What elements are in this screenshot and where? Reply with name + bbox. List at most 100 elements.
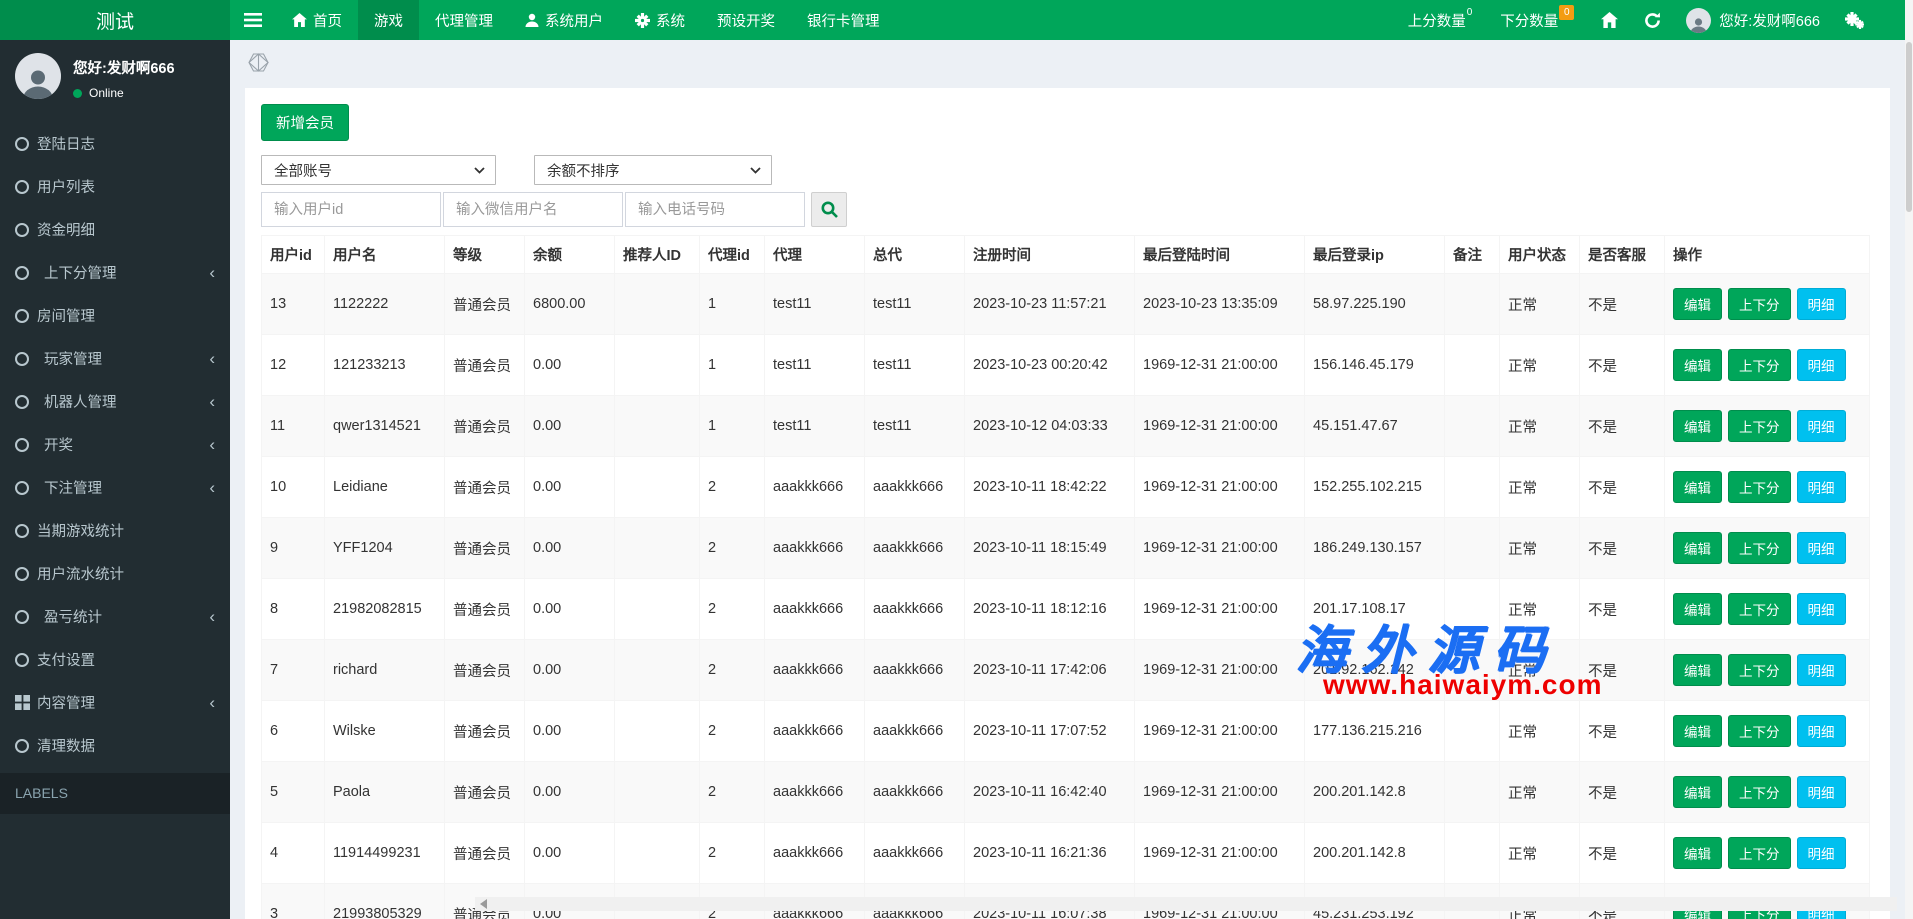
updown-score-button[interactable]: 上下分 xyxy=(1728,410,1791,442)
cell-name: richard xyxy=(325,640,445,701)
updown-score-button[interactable]: 上下分 xyxy=(1728,288,1791,320)
cell-name: qwer1314521 xyxy=(325,396,445,457)
cell-agent: aaakkk666 xyxy=(765,762,865,823)
chevron-left-icon: ‹ xyxy=(209,350,215,367)
avatar[interactable] xyxy=(15,53,61,99)
horizontal-scrollbar[interactable] xyxy=(475,897,1897,911)
sidebar-item-content-manage[interactable]: 内容管理‹ xyxy=(0,681,230,724)
vertical-scrollbar-thumb[interactable] xyxy=(1906,42,1912,212)
edit-button[interactable]: 编辑 xyxy=(1673,593,1722,625)
nav-item-system-users[interactable]: 系统用户 xyxy=(509,0,619,40)
sidebar-item-lottery-draw[interactable]: 开奖‹ xyxy=(0,423,230,466)
edit-button[interactable]: 编辑 xyxy=(1673,532,1722,564)
cell-last_ip: 58.97.225.190 xyxy=(1305,274,1445,335)
cell-actions: 编辑上下分明细 xyxy=(1665,762,1870,823)
updown-score-button[interactable]: 上下分 xyxy=(1728,471,1791,503)
updown-score-button[interactable]: 上下分 xyxy=(1728,776,1791,808)
cell-actions: 编辑上下分明细 xyxy=(1665,579,1870,640)
cell-agent_id: 2 xyxy=(700,457,765,518)
cell-id: 8 xyxy=(262,579,325,640)
sidebar-item-user-flow-stats[interactable]: 用户流水统计 xyxy=(0,552,230,595)
sidebar-item-robot-manage[interactable]: 机器人管理‹ xyxy=(0,380,230,423)
sidebar-item-bet-manage[interactable]: 下注管理‹ xyxy=(0,466,230,509)
detail-button[interactable]: 明细 xyxy=(1797,654,1846,686)
cell-agent: aaakkk666 xyxy=(765,823,865,884)
brand-title[interactable]: 测试 xyxy=(0,0,230,40)
edit-button[interactable]: 编辑 xyxy=(1673,715,1722,747)
nav-item-home[interactable]: 首页 xyxy=(276,0,358,40)
edit-button[interactable]: 编辑 xyxy=(1673,288,1722,320)
circle-o-icon xyxy=(15,352,37,366)
search-button[interactable] xyxy=(811,192,847,227)
detail-button[interactable]: 明细 xyxy=(1797,715,1846,747)
cell-agent_id: 2 xyxy=(700,823,765,884)
cell-id: 13 xyxy=(262,274,325,335)
edit-button[interactable]: 编辑 xyxy=(1673,349,1722,381)
detail-button[interactable]: 明细 xyxy=(1797,837,1846,869)
detail-button[interactable]: 明细 xyxy=(1797,776,1846,808)
sidebar-item-login-logs[interactable]: 登陆日志 xyxy=(0,122,230,165)
edit-button[interactable]: 编辑 xyxy=(1673,776,1722,808)
detail-button[interactable]: 明细 xyxy=(1797,593,1846,625)
nav-item-system[interactable]: 系统 xyxy=(619,0,701,40)
edit-button[interactable]: 编辑 xyxy=(1673,654,1722,686)
cell-level: 普通会员 xyxy=(445,579,525,640)
add-member-button[interactable]: 新增会员 xyxy=(261,104,349,141)
updown-score-button[interactable]: 上下分 xyxy=(1728,532,1791,564)
cell-is_cs: 不是 xyxy=(1580,335,1665,396)
sidebar-item-player-manage[interactable]: 玩家管理‹ xyxy=(0,337,230,380)
detail-button[interactable]: 明细 xyxy=(1797,471,1846,503)
balance-sort-select[interactable]: 余额不排序 xyxy=(534,155,772,185)
phone-number-input[interactable] xyxy=(625,192,805,227)
sidebar-item-profit-stats[interactable]: 盈亏统计‹ xyxy=(0,595,230,638)
detail-button[interactable]: 明细 xyxy=(1797,349,1846,381)
navbar-user-menu[interactable]: 您好:发财啊666 xyxy=(1674,0,1832,40)
down-score-badge: 0 xyxy=(1559,5,1574,20)
wechat-name-input[interactable] xyxy=(443,192,623,227)
sidebar-item-user-list[interactable]: 用户列表 xyxy=(0,165,230,208)
cell-balance: 0.00 xyxy=(525,335,615,396)
account-type-select[interactable]: 全部账号 xyxy=(261,155,496,185)
down-score-counter[interactable]: 下分数量 0 xyxy=(1486,0,1588,40)
cell-name: YFF1204 xyxy=(325,518,445,579)
user-id-input[interactable] xyxy=(261,192,441,227)
table-row: 131122222普通会员6800.001test11test112023-10… xyxy=(262,274,1870,335)
cell-id: 4 xyxy=(262,823,325,884)
up-score-counter[interactable]: 上分数量 0 xyxy=(1394,0,1487,40)
refresh-icon[interactable] xyxy=(1631,0,1674,40)
updown-score-button[interactable]: 上下分 xyxy=(1728,715,1791,747)
detail-button[interactable]: 明细 xyxy=(1797,288,1846,320)
cell-status: 正常 xyxy=(1500,640,1580,701)
updown-score-button[interactable]: 上下分 xyxy=(1728,837,1791,869)
search-icon xyxy=(821,201,838,218)
nav-item-games[interactable]: 游戏 xyxy=(358,0,419,40)
detail-button[interactable]: 明细 xyxy=(1797,410,1846,442)
sidebar-item-clean-data[interactable]: 清理数据 xyxy=(0,724,230,767)
nav-right: 上分数量 0 下分数量 0 您好:发财啊666 xyxy=(1394,0,1913,40)
updown-score-button[interactable]: 上下分 xyxy=(1728,654,1791,686)
nav-item-bank-card-manage[interactable]: 银行卡管理 xyxy=(791,0,896,40)
edit-button[interactable]: 编辑 xyxy=(1673,471,1722,503)
vertical-scrollbar[interactable] xyxy=(1905,0,1913,919)
gears-icon[interactable] xyxy=(1832,0,1877,40)
sidebar-item-payment-settings[interactable]: 支付设置 xyxy=(0,638,230,681)
sidebar-item-updown-manage[interactable]: 上下分管理‹ xyxy=(0,251,230,294)
updown-score-button[interactable]: 上下分 xyxy=(1728,593,1791,625)
edit-button[interactable]: 编辑 xyxy=(1673,837,1722,869)
cell-remark xyxy=(1445,396,1500,457)
nav-item-preset-draw[interactable]: 预设开奖 xyxy=(701,0,791,40)
nav-item-agent-manage[interactable]: 代理管理 xyxy=(419,0,509,40)
home-icon[interactable] xyxy=(1588,0,1631,40)
sidebar-item-funds-detail[interactable]: 资金明细 xyxy=(0,208,230,251)
updown-score-button[interactable]: 上下分 xyxy=(1728,349,1791,381)
scroll-left-arrow-icon[interactable] xyxy=(480,899,487,909)
edit-button[interactable]: 编辑 xyxy=(1673,410,1722,442)
cell-is_cs: 不是 xyxy=(1580,640,1665,701)
sidebar-item-label: 开奖 xyxy=(44,434,73,455)
gem-icon[interactable] xyxy=(248,53,269,75)
cell-reg_time: 2023-10-23 11:57:21 xyxy=(965,274,1135,335)
sidebar-item-room-manage[interactable]: 房间管理 xyxy=(0,294,230,337)
hamburger-icon[interactable] xyxy=(230,0,276,40)
sidebar-item-current-game-stats[interactable]: 当期游戏统计 xyxy=(0,509,230,552)
detail-button[interactable]: 明细 xyxy=(1797,532,1846,564)
